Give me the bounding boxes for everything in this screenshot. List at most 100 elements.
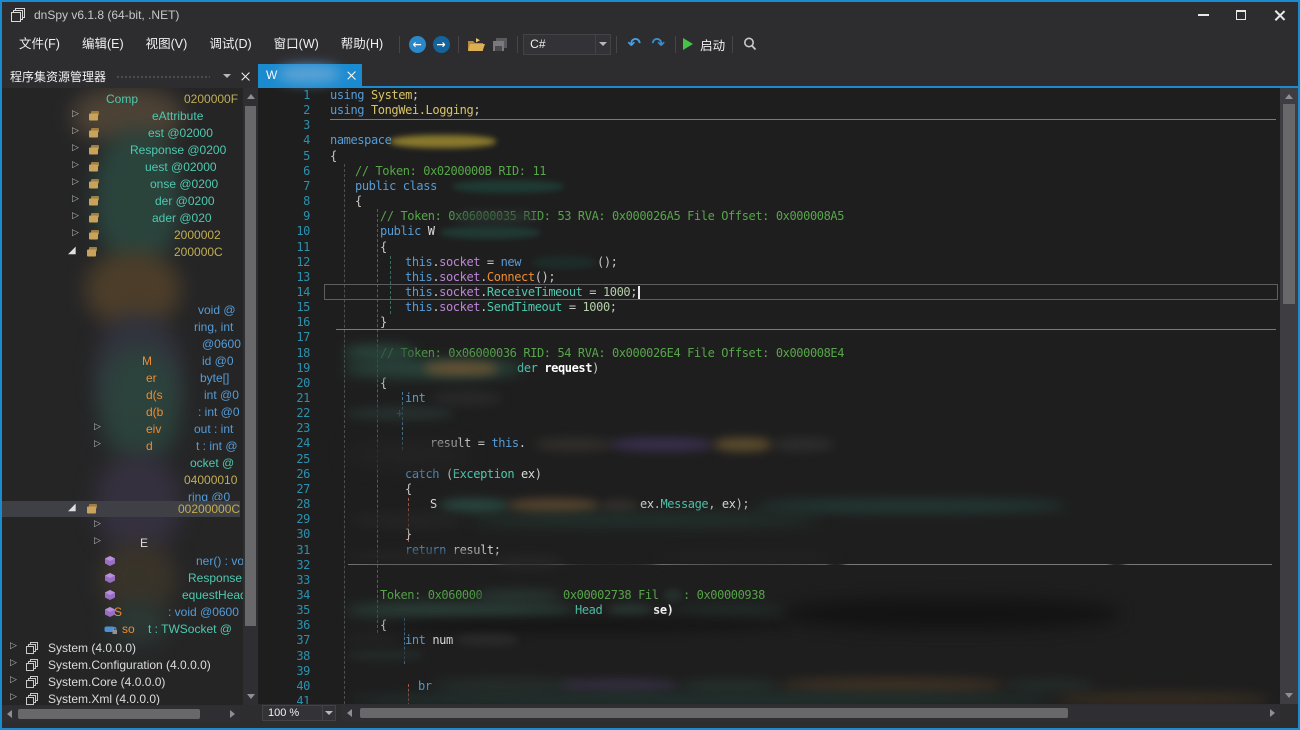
code-editor[interactable]: 1using System;2using TongWei.Logging;34n… [258, 88, 1298, 704]
assembly-explorer-header[interactable]: 程序集资源管理器 [2, 64, 258, 88]
line-number: 27 [258, 482, 310, 496]
expander-collapsed-icon[interactable]: ▷ [94, 422, 101, 432]
expander-collapsed-icon[interactable]: ▷ [72, 143, 79, 153]
scrollbar-thumb[interactable] [18, 709, 200, 719]
expander-collapsed-icon[interactable]: ▷ [72, 177, 79, 187]
tree-row[interactable]: ▷dt : int @ [2, 438, 240, 454]
navigate-forward-button[interactable]: → [429, 32, 453, 56]
tree-row[interactable]: erbyte[] [2, 370, 240, 386]
explorer-horizontal-scrollbar[interactable] [2, 706, 240, 722]
close-button[interactable] [1260, 2, 1298, 28]
redo-button[interactable]: ↷ [646, 32, 670, 56]
tree-row[interactable]: equestHeade [2, 587, 240, 603]
code-token: namespace [330, 133, 398, 147]
language-dropdown-arrow[interactable] [595, 35, 610, 54]
expander-collapsed-icon[interactable]: ▷ [10, 641, 17, 651]
minimize-button[interactable] [1184, 2, 1222, 28]
panel-close-button[interactable] [236, 67, 254, 85]
tree-row-selected[interactable]: ◢00200000C [2, 501, 240, 517]
save-all-button[interactable] [488, 32, 512, 56]
tree-row[interactable]: ring, int [2, 319, 240, 335]
scrollbar-thumb[interactable] [360, 708, 1068, 718]
scroll-left-arrow-icon[interactable] [347, 709, 352, 717]
tree-row[interactable]: sot : TWSocket @ [2, 621, 240, 637]
menu-item-0[interactable]: 文件(F) [8, 29, 71, 59]
expander-collapsed-icon[interactable]: ▷ [72, 194, 79, 204]
tree-row[interactable]: ▷ader @020 [2, 210, 240, 226]
tree-row[interactable]: ResponseH [2, 570, 240, 586]
tree-row[interactable]: ◢200000C [2, 244, 240, 260]
zoom-level-select[interactable]: 100 % [262, 705, 336, 721]
undo-button[interactable]: ↶ [622, 32, 646, 56]
scroll-down-arrow-icon[interactable] [247, 694, 255, 699]
tree-row[interactable]: ▷System.Xml (4.0.0.0) [2, 691, 240, 705]
tree-row[interactable]: @0600 [2, 336, 240, 352]
menu-item-1[interactable]: 编辑(E) [71, 29, 135, 59]
tree-row[interactable]: d(b: int @0 [2, 404, 240, 420]
scroll-right-arrow-icon[interactable] [1270, 709, 1275, 717]
tree-row[interactable]: ▷ [2, 518, 240, 534]
tree-row[interactable]: Comp0200000F [2, 91, 240, 107]
tree-row[interactable]: void @ [2, 302, 240, 318]
code-token: ; [473, 103, 480, 117]
tree-row[interactable]: ner() : void [2, 553, 240, 569]
document-tab[interactable]: W [258, 64, 362, 86]
explorer-vertical-scrollbar[interactable] [243, 88, 258, 705]
method-icon [104, 572, 116, 587]
expander-expanded-icon[interactable]: ◢ [68, 502, 76, 513]
code-token: . [480, 270, 487, 284]
editor-vertical-scrollbar[interactable] [1280, 88, 1298, 704]
expander-collapsed-icon[interactable]: ▷ [94, 536, 101, 546]
scroll-right-arrow-icon[interactable] [230, 710, 235, 718]
scroll-down-arrow-icon[interactable] [1285, 693, 1293, 698]
tree-row[interactable]: ▷2000002 [2, 227, 240, 243]
scroll-up-arrow-icon[interactable] [1285, 94, 1293, 99]
editor-horizontal-scrollbar[interactable] [342, 705, 1280, 721]
tab-close-icon[interactable] [347, 71, 356, 80]
tree-row[interactable]: ▷der @0200 [2, 193, 240, 209]
tree-row[interactable]: ▷eivout : int [2, 421, 240, 437]
tree-row[interactable]: d(sint @0 [2, 387, 240, 403]
expander-collapsed-icon[interactable]: ▷ [94, 439, 101, 449]
tree-row[interactable]: Mid @0 [2, 353, 240, 369]
tree-row[interactable]: 04000010 [2, 472, 240, 488]
tree-row[interactable]: ▷E [2, 535, 240, 551]
expander-collapsed-icon[interactable]: ▷ [72, 109, 79, 119]
menu-item-5[interactable]: 帮助(H) [330, 29, 394, 59]
tree-row[interactable]: ▷est @02000 [2, 125, 240, 141]
expander-collapsed-icon[interactable]: ▷ [10, 658, 17, 668]
expander-collapsed-icon[interactable]: ▷ [72, 160, 79, 170]
navigate-back-button[interactable]: ← [405, 32, 429, 56]
assembly-tree[interactable]: Comp0200000F▷eAttribute▷est @02000▷Respo… [2, 88, 258, 705]
tree-row[interactable]: ▷onse @0200 [2, 176, 240, 192]
tree-row[interactable]: ▷System (4.0.0.0) [2, 640, 240, 656]
menu-item-4[interactable]: 窗口(W) [263, 29, 330, 59]
expander-collapsed-icon[interactable]: ▷ [72, 228, 79, 238]
scrollbar-thumb[interactable] [1283, 104, 1295, 304]
tree-row[interactable]: S: void @0600 [2, 604, 240, 620]
tree-row[interactable]: ▷System.Configuration (4.0.0.0) [2, 657, 240, 673]
maximize-button[interactable] [1222, 2, 1260, 28]
expander-expanded-icon[interactable]: ◢ [68, 245, 76, 256]
tree-row[interactable]: ▷Response @0200 [2, 142, 240, 158]
scrollbar-thumb[interactable] [245, 106, 256, 626]
tree-row[interactable]: ocket @ [2, 455, 240, 471]
start-debug-button[interactable]: 启动 [681, 32, 727, 56]
expander-collapsed-icon[interactable]: ▷ [72, 211, 79, 221]
open-file-button[interactable] [464, 32, 488, 56]
tree-row[interactable]: ▷uest @02000 [2, 159, 240, 175]
zoom-dropdown-arrow[interactable] [322, 706, 335, 720]
language-select[interactable]: C# [523, 34, 611, 55]
expander-collapsed-icon[interactable]: ▷ [72, 126, 79, 136]
panel-menu-button[interactable] [218, 67, 236, 85]
tree-row[interactable]: ▷System.Core (4.0.0.0) [2, 674, 240, 690]
scroll-up-arrow-icon[interactable] [247, 94, 255, 99]
expander-collapsed-icon[interactable]: ▷ [10, 675, 17, 685]
line-number: 41 [258, 694, 310, 704]
search-button[interactable] [738, 32, 762, 56]
expander-collapsed-icon[interactable]: ▷ [10, 692, 17, 702]
menu-item-2[interactable]: 视图(V) [135, 29, 199, 59]
menu-item-3[interactable]: 调试(D) [198, 29, 262, 59]
expander-collapsed-icon[interactable]: ▷ [94, 519, 101, 529]
tree-row[interactable]: ▷eAttribute [2, 108, 240, 124]
